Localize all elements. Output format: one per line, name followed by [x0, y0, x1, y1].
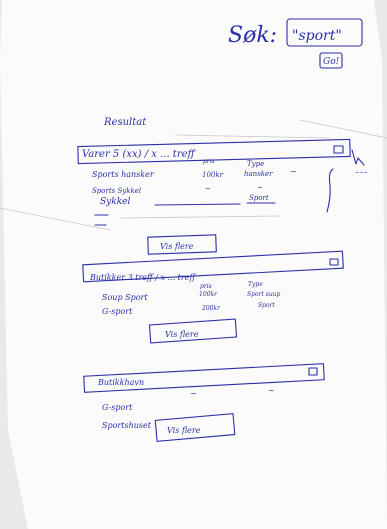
- search-input-value: "sport": [292, 28, 342, 44]
- product-type: Sport: [249, 194, 269, 202]
- group-header: Butikkhavn: [97, 378, 144, 387]
- store-type: Sport: [258, 302, 275, 309]
- col-header-type: Type: [247, 160, 264, 168]
- product-price: 100kr: [202, 171, 224, 179]
- annotation-note: ~~~: [355, 170, 368, 176]
- paper-sheet: [0, 0, 387, 529]
- product-name[interactable]: Sykkel: [100, 197, 130, 207]
- store-name[interactable]: G-sport: [102, 403, 133, 412]
- product-type: hansker: [244, 170, 273, 178]
- store-name[interactable]: Sportshuset: [102, 421, 152, 430]
- product-name[interactable]: Sports hansker: [92, 170, 155, 179]
- show-more-label: Vis flere: [165, 330, 199, 339]
- store-price: 100kr: [199, 291, 218, 298]
- group-header: Butikker 3 treff / x ... treff: [89, 273, 196, 282]
- product-extra: ~: [290, 167, 297, 176]
- product-name[interactable]: Sports Sykkel: [92, 187, 141, 195]
- results-title: Resultat: [103, 117, 147, 128]
- store-name[interactable]: G-sport: [102, 307, 133, 316]
- store-price: ~: [190, 389, 197, 398]
- sketch-page: Søk: "sport" Go! Resultat Varer 5 (xx) /…: [0, 0, 387, 529]
- store-type: ~: [268, 386, 275, 395]
- product-type: ~: [257, 184, 263, 192]
- col-header-type: Type: [248, 281, 263, 288]
- store-price: 200kr: [201, 305, 221, 312]
- col-header-price: pris: [203, 158, 215, 165]
- show-more-label: Vis flere: [160, 242, 194, 251]
- store-type: Sport suup: [247, 291, 281, 298]
- go-button-label: Go!: [323, 57, 340, 67]
- show-more-label: Vis flere: [167, 426, 201, 435]
- product-price: ~: [205, 185, 211, 193]
- search-label: Søk:: [228, 23, 277, 48]
- col-header-price: pris: [200, 283, 212, 290]
- group-header: Varer 5 (xx) / x ... treff: [82, 149, 197, 160]
- store-name[interactable]: Soup Sport: [102, 293, 148, 302]
